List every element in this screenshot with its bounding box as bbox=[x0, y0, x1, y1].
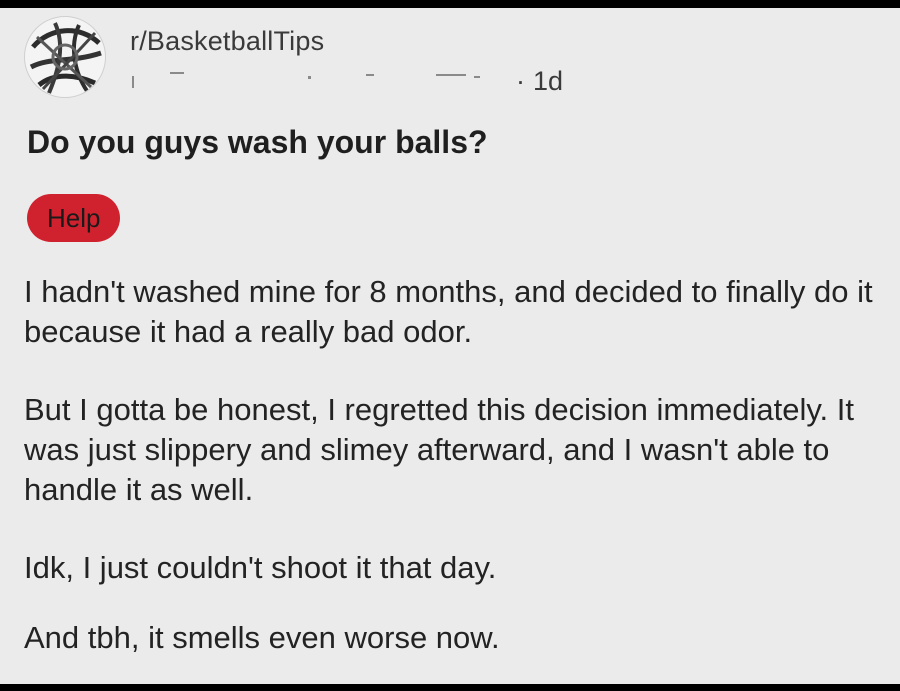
post-time: 1d bbox=[533, 66, 564, 96]
body-paragraph: Idk, I just couldn't shoot it that day. bbox=[24, 550, 497, 585]
subreddit-avatar-icon[interactable] bbox=[24, 16, 106, 98]
post-body: I hadn't washed mine for 8 months, and d… bbox=[24, 272, 890, 684]
body-paragraph: And tbh, it smells even worse now. bbox=[24, 620, 500, 655]
body-paragraph: But I gotta be honest, I regretted this … bbox=[24, 392, 854, 507]
post-meta: · 1d bbox=[130, 66, 563, 97]
meta-separator: · bbox=[516, 66, 525, 96]
subreddit-name[interactable]: r/BasketballTips bbox=[130, 26, 324, 57]
username-redacted[interactable] bbox=[130, 72, 510, 92]
post-title[interactable]: Do you guys wash your balls? bbox=[27, 124, 488, 161]
flair-badge[interactable]: Help bbox=[27, 194, 121, 242]
post-card[interactable]: r/BasketballTips · 1d Do you guys wash yo… bbox=[0, 8, 900, 684]
body-paragraph: I hadn't washed mine for 8 months, and d… bbox=[24, 274, 873, 349]
